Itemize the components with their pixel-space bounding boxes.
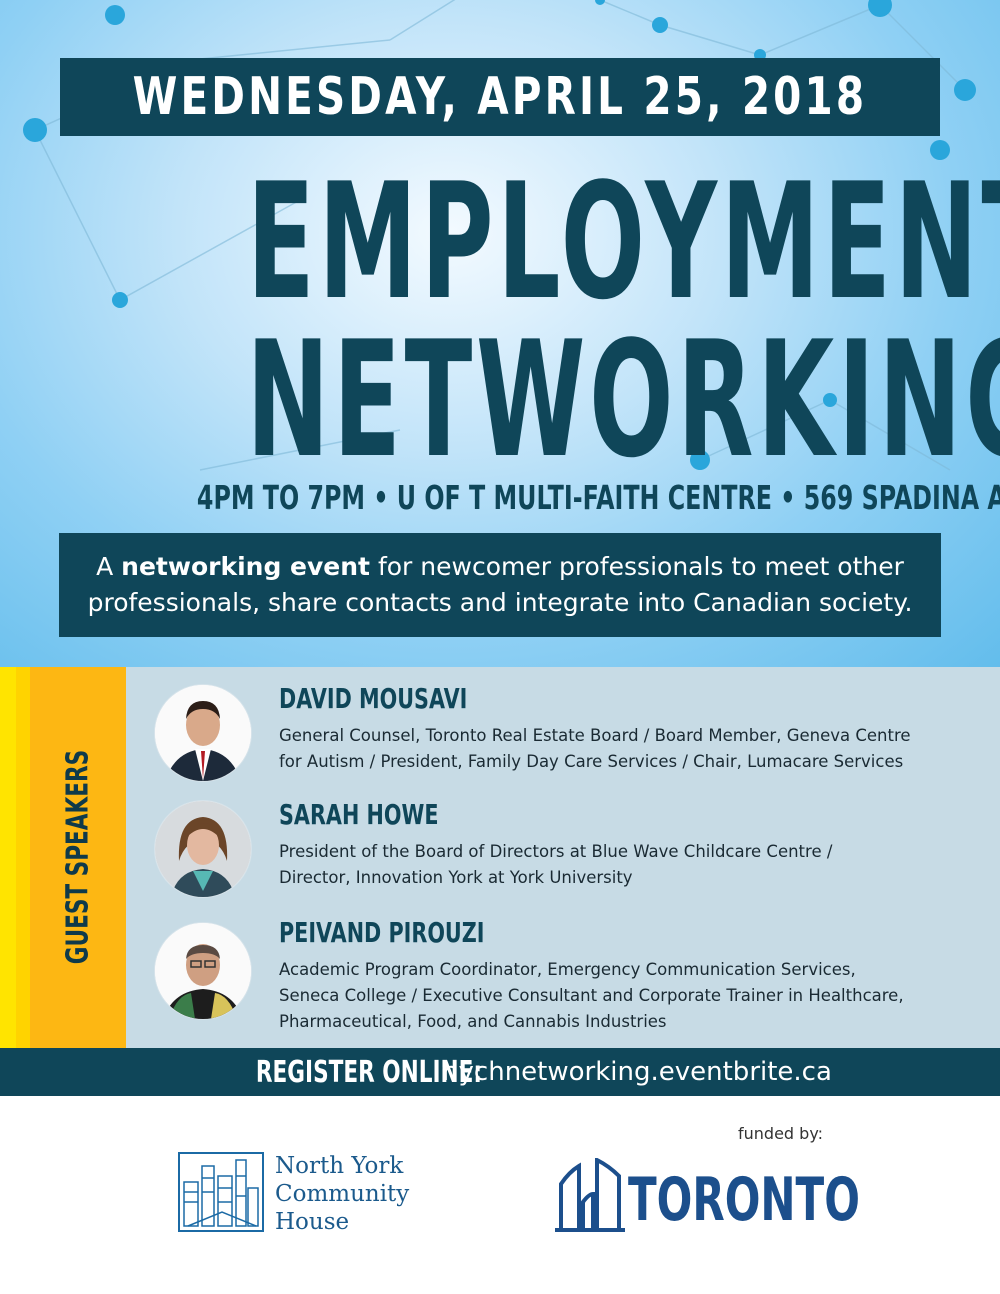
description-bold: networking event [121, 552, 370, 581]
speaker-name: DAVID MOUSAVI [279, 682, 468, 715]
hero-banner: WEDNESDAY, APRIL 25, 2018 EMPLOYMENT NET… [0, 0, 1000, 667]
org-name-line: North York [275, 1153, 404, 1179]
date-banner: WEDNESDAY, APRIL 25, 2018 [60, 58, 940, 136]
title-line-2: NETWORKING [0, 320, 1000, 480]
speaker-name: SARAH HOWE [279, 798, 439, 831]
person-icon [155, 923, 251, 1019]
city-logo-icon [178, 1152, 264, 1232]
register-bar: REGISTER ONLINE: nychnetworking.eventbri… [0, 1048, 1000, 1096]
speaker-description: General Counsel, Toronto Real Estate Boa… [279, 723, 979, 775]
speaker-desc-line: Pharmaceutical, Food, and Cannabis Indus… [279, 1012, 667, 1031]
nych-logo [178, 1152, 264, 1236]
person-icon [155, 685, 251, 781]
avatar [155, 685, 251, 781]
title-employment: EMPLOYMENT [246, 148, 1000, 335]
description-box: A networking event for newcomer professi… [59, 533, 941, 637]
avatar [155, 923, 251, 1019]
event-details-text: 4PM TO 7PM • U OF T MULTI-FAITH CENTRE •… [196, 478, 1000, 517]
speaker-desc-line: Director, Innovation York at York Univer… [279, 868, 633, 887]
description-line-2: professionals, share contacts and integr… [87, 588, 913, 617]
toronto-wordmark: TORONTO [628, 1170, 959, 1230]
event-date: WEDNESDAY, APRIL 25, 2018 [132, 67, 868, 127]
speaker-description: Academic Program Coordinator, Emergency … [279, 957, 979, 1035]
register-label: REGISTER ONLINE: [255, 1054, 483, 1090]
description-line-1: A networking event for newcomer professi… [96, 549, 904, 585]
org-name-line: Community [275, 1181, 410, 1207]
speaker-desc-line: for Autism / President, Family Day Care … [279, 752, 904, 771]
title-networking: NETWORKING [246, 306, 1000, 493]
toronto-logo [555, 1156, 625, 1236]
person-icon [155, 801, 251, 897]
org-name-line: House [275, 1209, 350, 1235]
guest-speakers-label: GUEST SPEAKERS [61, 708, 96, 1006]
speaker-desc-line: President of the Board of Directors at B… [279, 842, 833, 861]
speakers-section: GUEST SPEAKERS DAVID MOUSAVI General Cou… [0, 667, 1000, 1048]
yellow-stripe [0, 667, 16, 1048]
title-line-1: EMPLOYMENT [0, 162, 1000, 322]
description-rest: for newcomer professionals to meet other [377, 552, 904, 581]
register-link[interactable]: nychnetworking.eventbrite.ca [442, 1057, 832, 1087]
speaker-desc-line: Seneca College / Executive Consultant an… [279, 986, 904, 1005]
speaker-description: President of the Board of Directors at B… [279, 839, 979, 891]
speaker-name: PEIVAND PIROUZI [279, 916, 485, 949]
speaker-desc-line: General Counsel, Toronto Real Estate Boa… [279, 726, 911, 745]
guest-speakers-text: GUEST SPEAKERS [60, 749, 96, 965]
nych-name: North York Community House [275, 1152, 409, 1236]
speaker-desc-line: Academic Program Coordinator, Emergency … [279, 960, 856, 979]
event-details: 4PM TO 7PM • U OF T MULTI-FAITH CENTRE •… [0, 481, 1000, 514]
description-prefix: A [96, 552, 114, 581]
city-hall-icon [555, 1156, 625, 1232]
funder-name: TORONTO [628, 1165, 860, 1235]
avatar [155, 801, 251, 897]
gold-stripe [16, 667, 30, 1048]
funded-by-label: funded by: [738, 1124, 824, 1143]
